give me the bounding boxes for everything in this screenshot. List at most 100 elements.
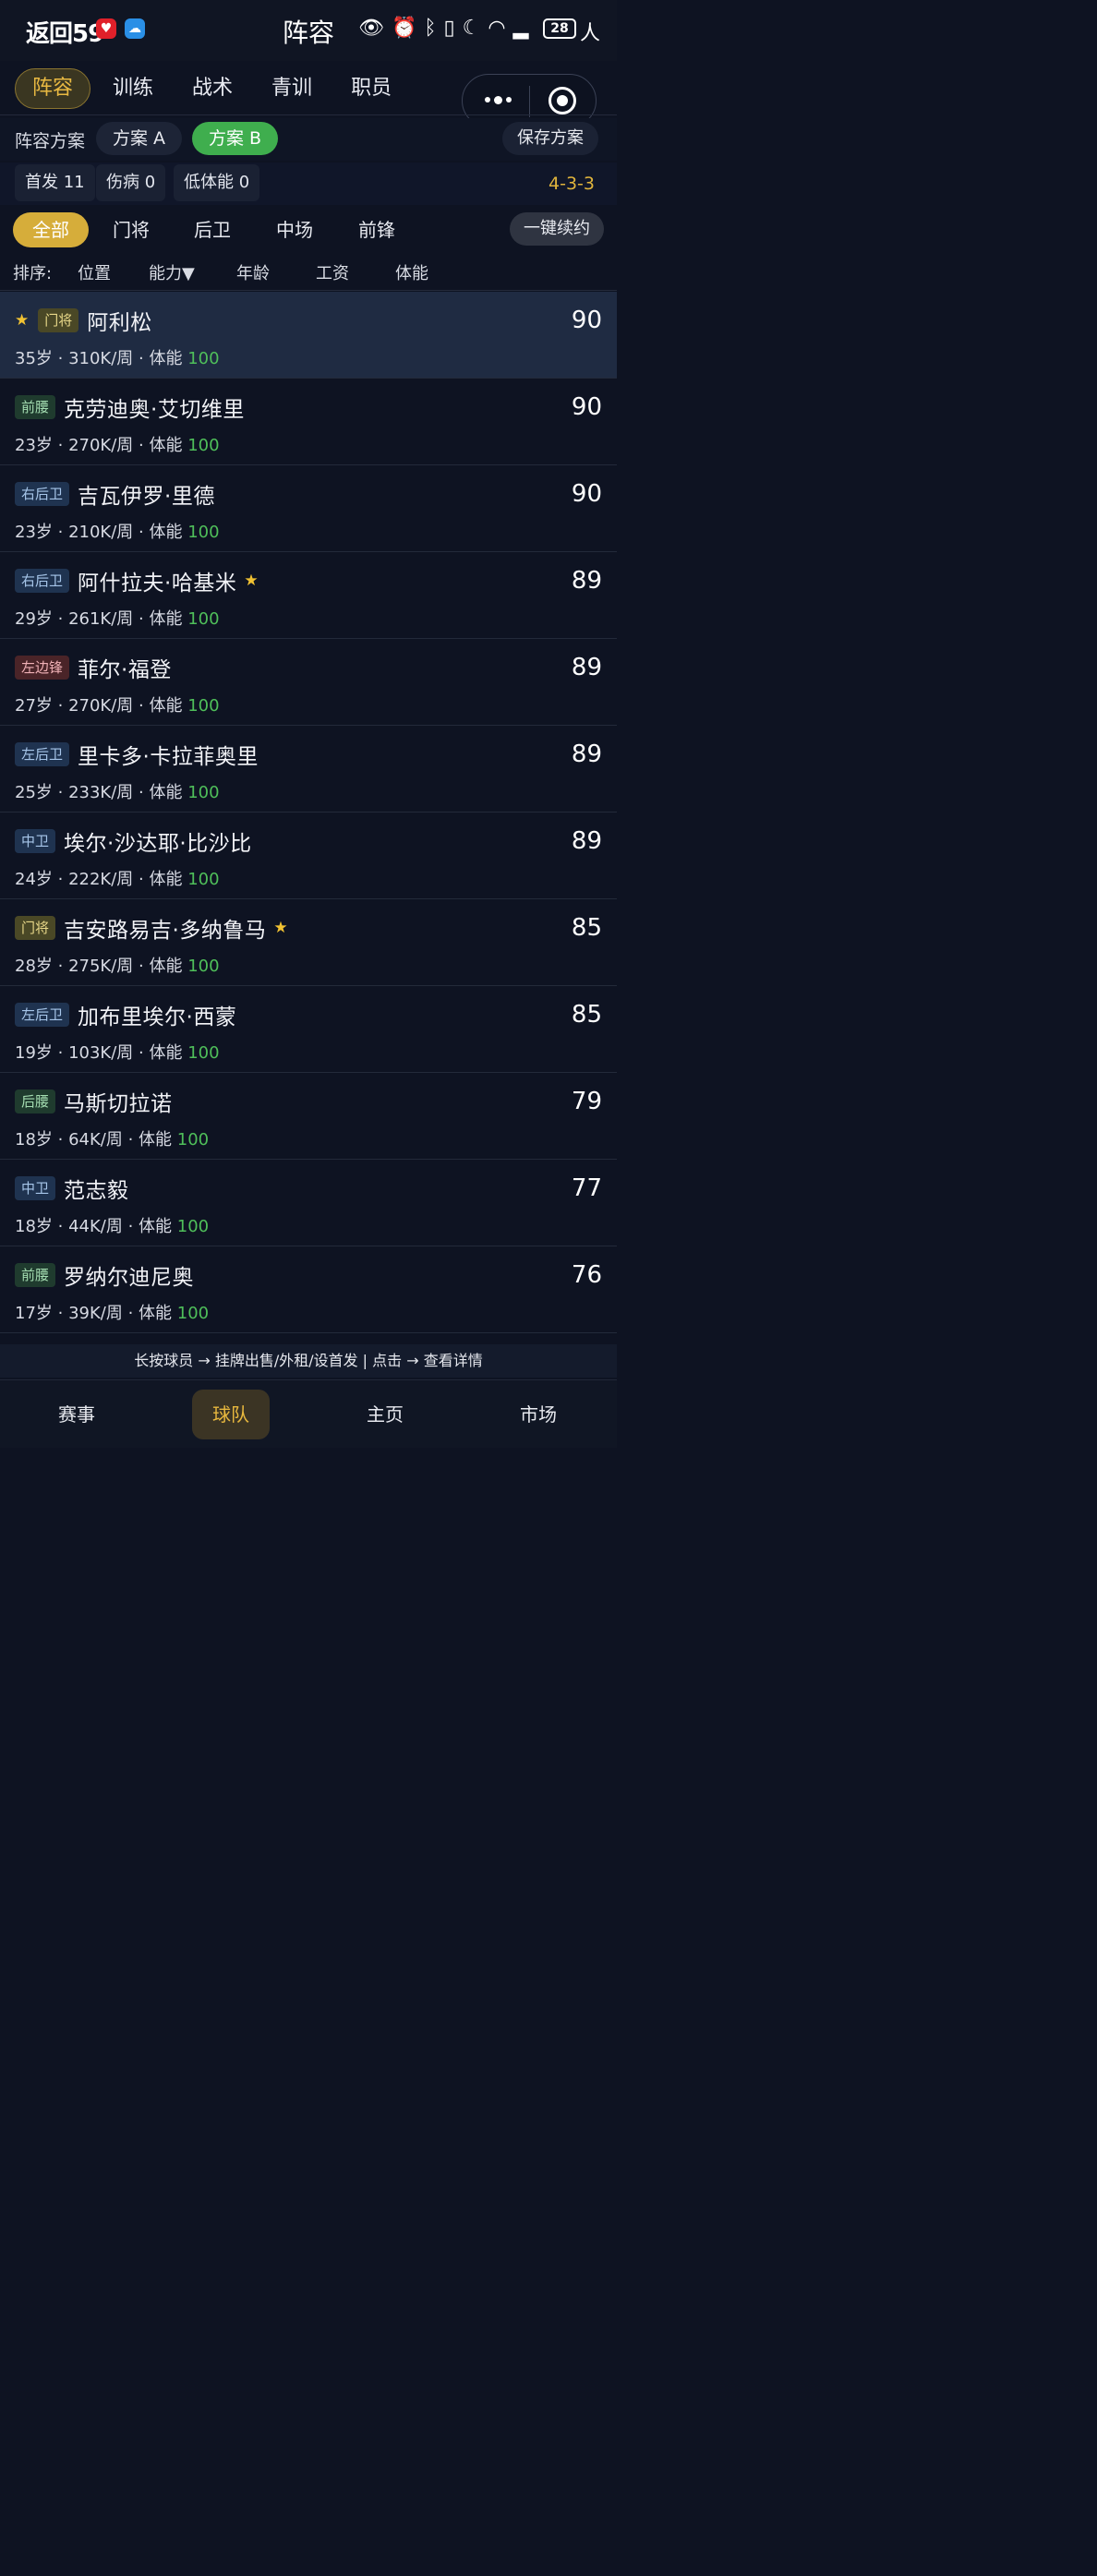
player-age: 18岁 [15,1130,53,1150]
player-row[interactable]: 后腰 马斯切拉诺 18岁 · 64K/周 · 体能 100 79 [0,1073,617,1160]
filter-forward[interactable]: 前锋 [358,212,395,247]
stamina-label: 体能 [149,870,183,889]
filter-defender[interactable]: 后卫 [194,212,231,247]
player-row[interactable]: 中卫 范志毅 18岁 · 44K/周 · 体能 100 77 [0,1160,617,1246]
player-header: 左后卫 加布里埃尔·西蒙 [15,1001,236,1029]
separator: · [52,870,69,889]
injured-count: 伤病 0 [96,164,166,201]
player-row[interactable]: 右后卫 吉瓦伊罗·里德 23岁 · 210K/周 · 体能 100 90 [0,465,617,552]
position-badge: 后腰 [15,1089,56,1113]
player-list: ★ 门将 阿利松 35岁 · 310K/周 · 体能 100 90 前腰 克劳迪奥·艾切维里… [0,292,617,1333]
sort-ability[interactable]: 能力▼ [149,260,195,284]
plan-a-button[interactable]: 方案 A [96,122,183,155]
more-options-icon[interactable] [479,86,516,114]
usage-hint: 长按球员 → 挂牌出售/外租/设首发 | 点击 → 查看详情 [0,1344,617,1378]
position-badge: 前腰 [15,1263,56,1287]
sort-stamina[interactable]: 体能 [395,260,428,284]
nav-matches[interactable]: 赛事 [38,1390,115,1439]
separator: · [133,1043,150,1063]
player-wage: 270K/周 [68,436,134,455]
nav-home[interactable]: 主页 [346,1390,424,1439]
player-age: 28岁 [15,957,53,976]
renew-all-button[interactable]: 一键续约 [510,212,604,246]
player-wage: 222K/周 [68,870,134,889]
separator: · [52,696,69,716]
separator: · [122,1217,139,1236]
wifi-icon: ◠ [488,17,506,40]
separator: · [52,1304,69,1323]
separator: · [52,783,69,802]
player-rating: 90 [571,393,602,421]
player-row[interactable]: 左后卫 加布里埃尔·西蒙 19岁 · 103K/周 · 体能 100 85 [0,986,617,1073]
player-rating: 79 [571,1088,602,1115]
player-details: 25岁 · 233K/周 · 体能 100 [15,779,220,803]
player-name: 菲尔·福登 [78,658,172,682]
stamina-value: 100 [187,870,220,889]
sort-age[interactable]: 年龄 [236,260,270,284]
player-row[interactable]: 左后卫 里卡多·卡拉菲奥里 25岁 · 233K/周 · 体能 100 89 [0,726,617,813]
separator: · [52,609,69,629]
player-row[interactable]: 前腰 克劳迪奥·艾切维里 23岁 · 270K/周 · 体能 100 90 [0,379,617,465]
player-age: 35岁 [15,349,53,368]
player-rating: 90 [571,307,602,334]
separator: · [122,1130,139,1150]
tab-youth[interactable]: 青训 [255,68,329,109]
plan-b-button[interactable]: 方案 B [192,122,279,155]
notification-app-icon: ♥ [96,18,116,39]
separator: · [133,609,150,629]
player-row[interactable]: 中卫 埃尔·沙达耶·比沙比 24岁 · 222K/周 · 体能 100 89 [0,813,617,899]
player-details: 29岁 · 261K/周 · 体能 100 [15,606,220,630]
stamina-label: 体能 [149,1043,183,1063]
player-rating: 85 [571,1001,602,1029]
stamina-value: 100 [187,957,220,976]
close-miniapp-icon[interactable] [548,87,576,114]
save-plan-button[interactable]: 保存方案 [502,122,598,155]
tab-tactics[interactable]: 战术 [175,68,249,109]
nav-market[interactable]: 市场 [500,1390,577,1439]
player-rating: 89 [571,827,602,855]
stamina-value: 100 [187,523,220,542]
low-stamina-count: 低体能 0 [174,164,260,201]
player-row[interactable]: 左边锋 菲尔·福登 27岁 · 270K/周 · 体能 100 89 [0,639,617,726]
player-name: 吉瓦伊罗·里德 [78,485,215,509]
player-details: 23岁 · 210K/周 · 体能 100 [15,519,220,543]
star-icon: ★ [244,572,259,590]
nav-team[interactable]: 球队 [192,1390,270,1439]
player-name: 范志毅 [64,1179,129,1203]
player-header: 右后卫 吉瓦伊罗·里德 [15,480,215,509]
status-bar: 返回59 ♥ ☁ 阵容 👁 ⏰ ᛒ ▯ ☾ ◠ ▂ 28 人 [0,0,617,61]
separator: · [122,1304,139,1323]
stamina-label: 体能 [149,436,183,455]
formation-label[interactable]: 4-3-3 [548,174,595,194]
player-header: 中卫 范志毅 [15,1174,129,1203]
player-name: 加布里埃尔·西蒙 [78,1005,237,1029]
player-details: 24岁 · 222K/周 · 体能 100 [15,866,220,890]
stamina-label: 体能 [149,349,183,368]
player-rating: 89 [571,654,602,681]
player-wage: 310K/周 [68,349,134,368]
tab-staff[interactable]: 职员 [334,68,408,109]
filter-midfield[interactable]: 中场 [276,212,313,247]
player-row[interactable]: 前腰 罗纳尔迪尼奥 17岁 · 39K/周 · 体能 100 76 [0,1246,617,1333]
stamina-value: 100 [187,1043,220,1063]
player-wage: 261K/周 [68,609,134,629]
squad-stats-row: 首发 11 伤病 0 低体能 0 4-3-3 [0,163,617,205]
tab-lineup[interactable]: 阵容 [15,68,91,109]
player-wage: 210K/周 [68,523,134,542]
player-row[interactable]: 右后卫 阿什拉夫·哈基米 ★ 29岁 · 261K/周 · 体能 100 89 [0,552,617,639]
separator: · [133,783,150,802]
tab-training[interactable]: 训练 [96,68,170,109]
sort-wage[interactable]: 工资 [316,260,349,284]
player-name: 吉安路易吉·多纳鲁马 [64,919,267,943]
stamina-label: 体能 [139,1130,173,1150]
player-header: 门将 吉安路易吉·多纳鲁马 ★ [15,914,288,943]
player-name: 阿什拉夫·哈基米 [78,572,237,596]
divider [0,114,617,115]
player-wage: 233K/周 [68,783,134,802]
sort-position[interactable]: 位置 [78,260,111,284]
filter-goalkeeper[interactable]: 门将 [113,212,150,247]
player-row[interactable]: 门将 吉安路易吉·多纳鲁马 ★ 28岁 · 275K/周 · 体能 100 85 [0,899,617,986]
filter-all[interactable]: 全部 [13,212,89,247]
player-rating: 89 [571,740,602,768]
player-row[interactable]: ★ 门将 阿利松 35岁 · 310K/周 · 体能 100 90 [0,292,617,379]
